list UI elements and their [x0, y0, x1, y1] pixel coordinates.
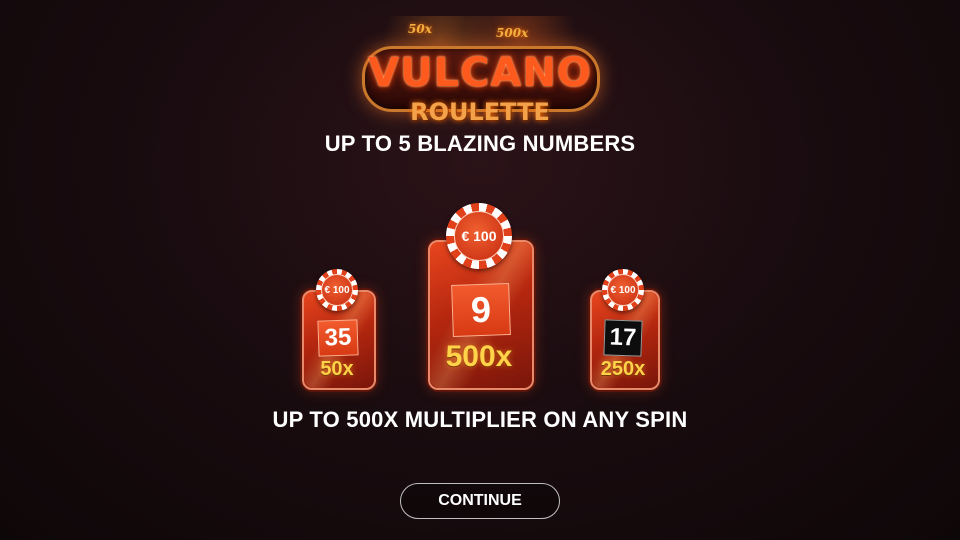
casino-chip-icon: € 100 [316, 269, 358, 311]
chip-value: € 100 [321, 274, 353, 306]
logo-badge-right: 500x [496, 26, 529, 40]
feature-headline: UP TO 5 BLAZING NUMBERS [324, 131, 636, 156]
roulette-number-tile: 9 [451, 283, 511, 337]
chip-value: € 100 [454, 211, 504, 261]
casino-chip-icon: € 100 [602, 269, 644, 311]
logo-title: VULCANO [368, 50, 592, 96]
logo-badge-left: 50x [408, 22, 432, 36]
casino-chip-icon: € 100 [446, 203, 512, 269]
logo-subtitle: ROULETTE [410, 98, 550, 126]
multiplier-label: 500x [445, 340, 513, 373]
multiplier-headline: UP TO 500X MULTIPLIER ON ANY SPIN [272, 407, 688, 432]
game-logo: 50x 500x VULCANO ROULETTE [360, 16, 600, 132]
chip-value: € 100 [607, 274, 639, 306]
roulette-number-tile: 35 [317, 319, 359, 357]
continue-button[interactable]: CONTINUE [400, 483, 560, 519]
roulette-number-tile: 17 [603, 319, 643, 357]
multiplier-label: 50x [320, 358, 354, 380]
multiplier-label: 250x [600, 358, 646, 380]
